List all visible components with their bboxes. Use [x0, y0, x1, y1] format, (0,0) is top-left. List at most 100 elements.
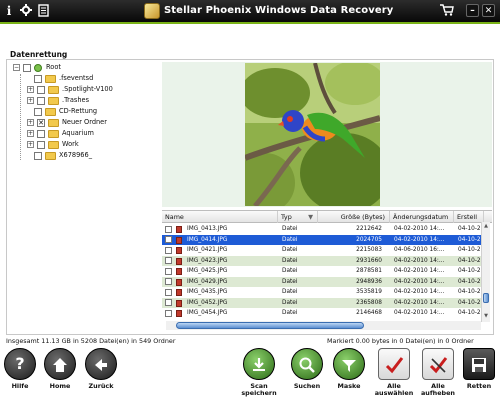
tree-item[interactable]: + ✕ Neuer Ordner	[10, 117, 150, 128]
info-icon[interactable]: i	[2, 4, 16, 18]
search-label: Suchen	[293, 382, 321, 390]
select-all-button[interactable]: Alle auswählen	[374, 348, 414, 397]
document-icon[interactable]	[36, 4, 50, 18]
expand-icon[interactable]: +	[27, 86, 34, 93]
table-row[interactable]: IMG_0452.JPG Datei 2365808 04-02-2010 14:..…	[162, 297, 482, 308]
cart-icon[interactable]	[440, 4, 454, 18]
table-row-selected[interactable]: IMG_0414.JPG Datei 2024705 04-02-2010 14:..…	[162, 234, 482, 245]
folder-icon	[48, 97, 59, 105]
table-row[interactable]: IMG_0435.JPG Datei 3535819 04-02-2010 14:..…	[162, 287, 482, 298]
row-checkbox[interactable]	[165, 257, 172, 264]
column-name[interactable]: Name	[162, 211, 278, 223]
tree-item[interactable]: + .Spotlight-V100	[10, 84, 150, 95]
collapse-icon[interactable]: −	[13, 64, 20, 71]
file-table[interactable]: Name Typ ▼ Größe (Bytes) Änderungsdatum E…	[162, 210, 492, 332]
status-marked: Markiert 0.00 bytes in 0 Datei(en) in 0 …	[327, 337, 474, 345]
tree-checkbox[interactable]	[34, 75, 42, 83]
column-modified[interactable]: Änderungsdatum	[390, 211, 454, 223]
column-size[interactable]: Größe (Bytes)	[318, 211, 390, 223]
search-button[interactable]: Suchen	[287, 348, 327, 390]
recover-icon	[463, 348, 495, 380]
app-logo	[144, 3, 160, 19]
tree-item-label: .Trashes	[62, 96, 90, 104]
row-checkbox[interactable]	[165, 246, 172, 254]
table-row[interactable]: IMG_0454.JPG Datei 2146468 04-02-2010 14:..…	[162, 308, 482, 319]
column-created[interactable]: Erstell	[454, 211, 484, 223]
horizontal-scroll-thumb[interactable]	[176, 322, 364, 329]
folder-icon	[48, 119, 59, 127]
tree-checkbox-checked[interactable]: ✕	[37, 119, 45, 127]
tree-item[interactable]: CD-Rettung	[10, 106, 150, 117]
deselect-all-label: Alle aufheben	[421, 382, 455, 397]
title-bar: i Stellar Phoenix Windows Data Recovery …	[0, 0, 500, 24]
expand-icon[interactable]: +	[27, 119, 34, 126]
row-type: Datei	[282, 226, 298, 232]
row-type: Datei	[282, 247, 298, 253]
row-created: 04-10-2	[458, 247, 481, 253]
home-button[interactable]: Home	[40, 348, 80, 390]
scroll-thumb[interactable]	[483, 293, 489, 303]
tree-item[interactable]: + Aquarium	[10, 128, 150, 139]
row-type: Datei	[282, 278, 298, 285]
row-checkbox[interactable]	[165, 225, 172, 233]
row-name: IMG_0454.JPG	[187, 310, 228, 316]
tree-checkbox[interactable]	[23, 64, 31, 72]
scroll-down-icon[interactable]: ▼	[482, 312, 490, 321]
row-name: IMG_0423.JPG	[187, 257, 228, 264]
row-created: 04-10-2	[458, 226, 481, 232]
row-checkbox[interactable]	[165, 288, 172, 296]
tree-item[interactable]: .fseventsd	[10, 73, 150, 84]
tree-checkbox[interactable]	[37, 130, 45, 138]
tree-item-label: Work	[62, 140, 79, 148]
expand-icon[interactable]: +	[27, 141, 34, 148]
recover-button[interactable]: Retten	[459, 348, 499, 390]
help-button[interactable]: ? Hilfe	[0, 348, 40, 390]
tree-checkbox[interactable]	[37, 86, 45, 94]
table-row[interactable]: IMG_0421.JPG Datei 2215083 04-06-2010 16:..…	[162, 245, 482, 256]
close-icon[interactable]: ✕	[482, 4, 495, 17]
folder-tree[interactable]: − Root .fseventsd + .Spotlight-V100 + .T…	[10, 62, 158, 332]
deselect-all-button[interactable]: Alle aufheben	[418, 348, 458, 397]
row-size: 2948936	[356, 278, 382, 285]
row-modified: 04-02-2010 14:...	[394, 226, 445, 232]
row-checkbox[interactable]	[165, 299, 172, 306]
folder-icon	[48, 86, 59, 94]
row-modified: 04-02-2010 14:...	[394, 278, 445, 285]
horizontal-scrollbar[interactable]	[166, 321, 481, 330]
table-row[interactable]: IMG_0423.JPG Datei 2931660 04-02-2010 14:..…	[162, 255, 482, 266]
scroll-up-icon[interactable]: ▲	[482, 222, 490, 231]
minimize-icon[interactable]: –	[466, 4, 479, 17]
tree-item[interactable]: X678966_	[10, 150, 150, 161]
row-created: 04-10-2	[458, 310, 481, 316]
tree-checkbox[interactable]	[34, 152, 42, 160]
tree-item-root[interactable]: − Root	[10, 62, 150, 73]
back-button[interactable]: Zurück	[81, 348, 121, 390]
table-row[interactable]: IMG_0429.JPG Datei 2948936 04-02-2010 14:..…	[162, 276, 482, 287]
folder-icon	[45, 108, 56, 116]
tree-item[interactable]: + Work	[10, 139, 150, 150]
column-type[interactable]: Typ ▼	[278, 211, 318, 223]
save-scan-button[interactable]: Scan speichern	[232, 348, 286, 397]
expand-icon[interactable]: +	[27, 97, 34, 104]
expand-icon[interactable]: +	[27, 130, 34, 137]
row-size: 2024705	[356, 236, 382, 243]
row-name: IMG_0429.JPG	[187, 278, 228, 285]
row-checkbox[interactable]	[165, 267, 172, 275]
vertical-scrollbar[interactable]: ▲ ▼	[481, 222, 490, 322]
table-row[interactable]: IMG_0413.JPG Datei 2212642 04-02-2010 14:..…	[162, 224, 482, 235]
row-checkbox[interactable]	[165, 309, 172, 317]
sort-down-icon: ▼	[308, 213, 313, 221]
tree-checkbox[interactable]	[37, 97, 45, 105]
table-header: Name Typ ▼ Größe (Bytes) Änderungsdatum E…	[162, 211, 492, 223]
row-name: IMG_0413.JPG	[187, 226, 228, 232]
gear-icon[interactable]	[19, 4, 33, 18]
table-row[interactable]: IMG_0425.JPG Datei 2878581 04-02-2010 14:..…	[162, 266, 482, 277]
mask-button[interactable]: Maske	[329, 348, 369, 390]
tree-checkbox[interactable]	[34, 108, 42, 116]
row-checkbox[interactable]	[165, 278, 172, 285]
row-name: IMG_0421.JPG	[187, 247, 228, 253]
row-checkbox[interactable]	[165, 236, 172, 243]
tree-item[interactable]: + .Trashes	[10, 95, 150, 106]
tree-checkbox[interactable]	[37, 141, 45, 149]
status-total: Insgesamt 11.13 GB in 5208 Datei(en) in …	[6, 337, 176, 345]
